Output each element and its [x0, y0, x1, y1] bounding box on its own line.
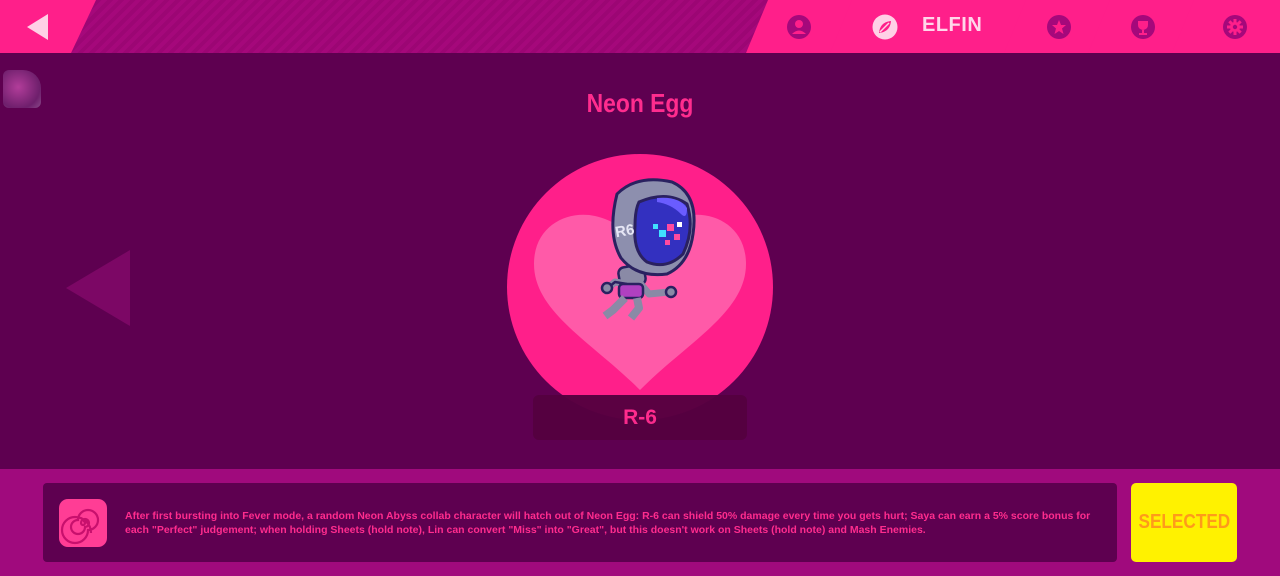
character-name: R-6	[623, 405, 657, 429]
user-icon	[786, 14, 812, 40]
gear-icon	[1222, 14, 1248, 40]
svg-text:R6: R6	[614, 221, 636, 241]
character-thumbnail[interactable]	[3, 70, 41, 108]
top-bar: ELFIN	[0, 0, 1280, 53]
back-arrow-icon	[27, 14, 48, 40]
nav-elfin-button[interactable]: ELFIN	[830, 0, 1030, 53]
spiral-icon	[59, 499, 107, 547]
nav-elfin-label: ELFIN	[922, 14, 983, 36]
character-name-plate: R-6	[533, 395, 747, 440]
back-button[interactable]	[0, 0, 96, 53]
star-icon	[1046, 14, 1072, 40]
skill-description: After first bursting into Fever mode, a …	[125, 510, 1091, 536]
character-portrait: R6	[507, 154, 773, 420]
selected-button-label: SELECTED	[1138, 511, 1230, 533]
selected-button[interactable]: SELECTED	[1131, 483, 1237, 562]
trophy-icon	[1130, 14, 1156, 40]
previous-elfin-arrow[interactable]	[62, 248, 132, 328]
leaf-icon	[872, 14, 898, 40]
elfin-title: Neon Egg	[586, 88, 694, 118]
